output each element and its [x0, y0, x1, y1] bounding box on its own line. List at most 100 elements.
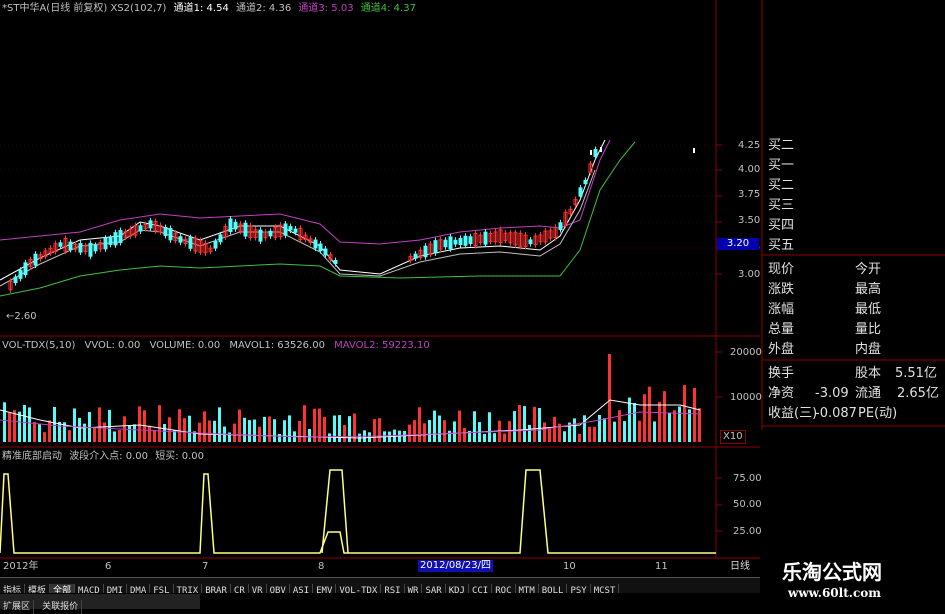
- indicator-tab[interactable]: OBV: [267, 584, 290, 593]
- volume-bar: [458, 410, 461, 442]
- candle-body: [88, 242, 93, 257]
- date-label: 10: [563, 561, 576, 572]
- indicator-tab[interactable]: CR: [231, 584, 249, 593]
- candle-body: [148, 220, 153, 229]
- indicator-tab[interactable]: KDJ: [446, 584, 469, 593]
- volume-bar: [28, 407, 31, 442]
- candle-body: [693, 148, 695, 153]
- volume-bar: [273, 419, 276, 442]
- indicator-tab[interactable]: ROC: [492, 584, 516, 593]
- net-asset-value: -3.09: [815, 386, 849, 401]
- candle-body: [423, 245, 428, 258]
- indicator-tab[interactable]: FSL: [150, 584, 174, 593]
- channel4-line: [0, 141, 636, 297]
- extension-tab[interactable]: 扩展区: [0, 600, 35, 614]
- float-value: 2.65亿: [897, 386, 939, 401]
- volume-bar: [623, 421, 626, 442]
- indicator-tab[interactable]: MACD: [75, 584, 104, 593]
- candle-body: [590, 150, 592, 155]
- price-tick: 4.00: [738, 164, 761, 175]
- volume-bar: [233, 423, 236, 442]
- volume-tick: 10000: [730, 392, 762, 403]
- volume-bar: [283, 420, 286, 442]
- indicator-tab[interactable]: 指标: [0, 584, 26, 593]
- candle-body: [483, 231, 488, 245]
- volume-bar: [373, 419, 376, 442]
- indicator-tab[interactable]: 模板: [25, 584, 51, 593]
- candle-body: [268, 230, 273, 237]
- turnover-label: 换手: [768, 366, 795, 381]
- indicator-tab[interactable]: MCST: [591, 584, 620, 593]
- candle-body: [233, 221, 238, 230]
- candle-body: [558, 222, 563, 230]
- volume-bar: [118, 429, 121, 442]
- related-quote-tab[interactable]: 关联报价: [39, 600, 83, 614]
- date-label: 7: [202, 561, 209, 572]
- orderbook-row: 买一: [768, 158, 795, 173]
- indicator-tab[interactable]: 全部: [50, 584, 76, 593]
- indicator-tab[interactable]: WR: [405, 584, 423, 593]
- volume-bar: [258, 426, 261, 442]
- volume-bar: [618, 410, 621, 442]
- indicator-tab[interactable]: CCI: [469, 584, 493, 593]
- volume-bar: [408, 424, 411, 442]
- volume-bar: [43, 432, 46, 442]
- volume-bar: [253, 419, 256, 442]
- net-asset-label: 净资: [768, 386, 795, 401]
- indicator-tab[interactable]: VOL-TDX: [336, 584, 382, 593]
- indicator-tab[interactable]: RSI: [381, 584, 405, 593]
- price-tick: 3.00: [738, 269, 761, 280]
- volume-bar: [218, 407, 221, 442]
- indicator-tab[interactable]: TRIX: [174, 584, 203, 593]
- price-tick: 3.50: [738, 215, 761, 226]
- orderbook-row: 买二: [768, 178, 795, 193]
- indicator-tab[interactable]: MTM: [516, 584, 539, 593]
- price-axis: 4.25 4.00 3.75 3.50 3.25 3.00: [722, 130, 766, 330]
- volume-bar: [453, 421, 456, 442]
- volume-bar: [138, 406, 141, 442]
- candle-body: [443, 239, 448, 248]
- candle-body: [433, 240, 438, 254]
- volume-bar: [603, 418, 606, 442]
- volume-bar: [423, 423, 426, 442]
- volume-bar: [448, 430, 451, 442]
- indicator-tab[interactable]: DMI: [104, 584, 127, 593]
- volume-bar: [518, 405, 521, 442]
- orderbook-row: 买三: [768, 198, 795, 213]
- volume-bar: [573, 418, 576, 442]
- volume-bar: [68, 430, 71, 442]
- indicator-line: [0, 469, 716, 554]
- volume-bar: [33, 421, 36, 442]
- indicator-tab[interactable]: VR: [249, 584, 267, 593]
- indicator-tab[interactable]: SAR: [422, 584, 446, 593]
- volume-bar: [648, 386, 651, 442]
- volume-bar: [463, 427, 466, 442]
- indicator-tab[interactable]: PSY: [567, 584, 591, 593]
- volume-bar: [443, 420, 446, 442]
- candle-body: [258, 229, 263, 242]
- volume-bar: [483, 433, 486, 442]
- volume-bar: [698, 408, 701, 442]
- indicator-tab[interactable]: EMV: [313, 584, 337, 593]
- indicator-tab[interactable]: BOLL: [539, 584, 568, 593]
- candle-body: [78, 243, 83, 253]
- volume-header: VOL-TDX(5,10) VVOL: 0.00 VOLUME: 0.00 MA…: [2, 340, 430, 352]
- volume-unit: X10: [720, 430, 746, 444]
- volume-bar: [563, 431, 566, 442]
- quote-label: 外盘: [768, 342, 795, 357]
- volume-bar: [213, 420, 216, 442]
- candle-body: [13, 276, 18, 284]
- volume-bar: [528, 424, 531, 442]
- indicator-tab[interactable]: DMA: [127, 584, 151, 593]
- volume-bar: [98, 407, 101, 442]
- indicator-tab[interactable]: BRAR: [202, 584, 231, 593]
- volume-bar: [83, 423, 86, 442]
- price-chart[interactable]: [0, 0, 945, 609]
- period-label[interactable]: 日线: [730, 561, 750, 573]
- volume-bar: [653, 421, 656, 442]
- indicator-tab[interactable]: ASI: [290, 584, 314, 593]
- equity-label: 股本: [855, 366, 882, 381]
- volume-bar: [188, 415, 191, 442]
- volume-bar: [513, 411, 516, 442]
- candle-body: [18, 269, 23, 279]
